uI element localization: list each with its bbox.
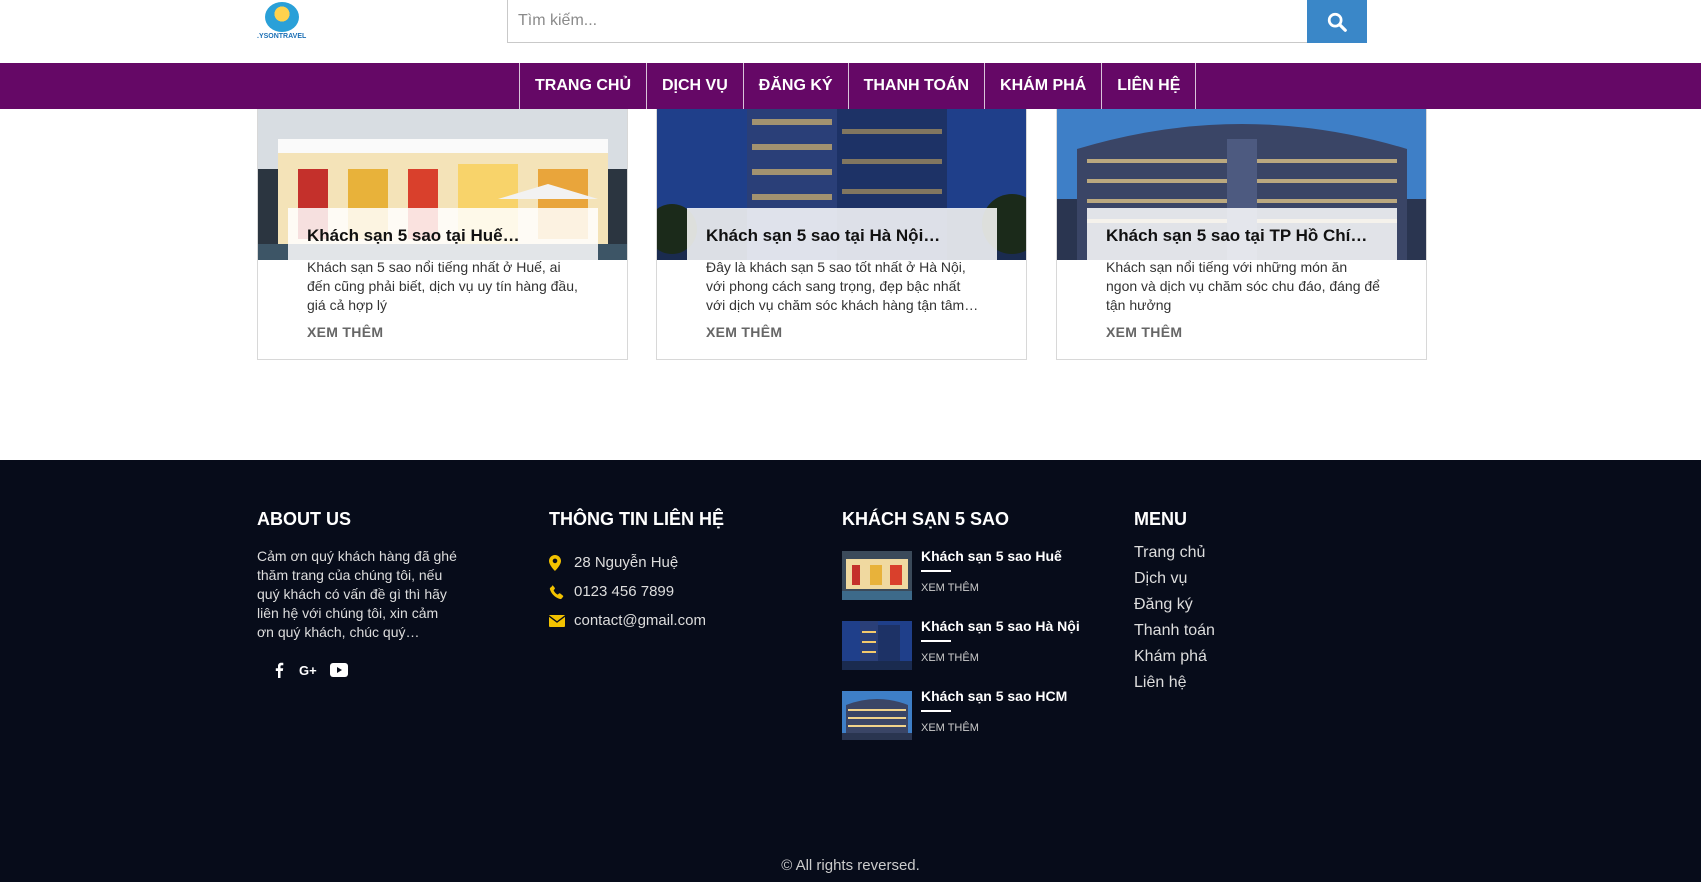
hotel-card-description: Khách sạn nổi tiếng với những món ăn ngo…: [1106, 259, 1380, 313]
hotel-card-description: Khách sạn 5 sao nổi tiếng nhất ở Huế, ai…: [307, 259, 578, 313]
youtube-icon[interactable]: [329, 660, 349, 680]
footer-hotel-divider: [921, 570, 951, 572]
hotel-card-hue[interactable]: Khách sạn 5 sao tại Huế… Khách sạn 5 sao…: [257, 109, 628, 360]
footer-menu-title: MENU: [1134, 509, 1187, 529]
site-logo[interactable]: .YSONTRAVEL: [257, 2, 307, 44]
footer-menu-item-lien-he[interactable]: Liên hệ: [1134, 674, 1215, 700]
footer-hotels: KHÁCH SẠN 5 SAO Khách sạn 5 sao Huế XEM …: [842, 509, 1080, 752]
contact-address-text: 28 Nguyễn Huệ: [574, 554, 679, 571]
footer-hotel-name[interactable]: Khách sạn 5 sao HCM: [921, 688, 1067, 704]
contact-phone-text[interactable]: 0123 456 7899: [574, 583, 674, 600]
contact-list: 28 Nguyễn Huệ 0123 456 7899 contact@gmai…: [549, 548, 724, 635]
hotel-cards: Khách sạn 5 sao tại Huế… Khách sạn 5 sao…: [257, 109, 1427, 360]
footer-hotel-thumbnail[interactable]: [842, 691, 912, 740]
search-button[interactable]: [1307, 0, 1367, 43]
hotel-card-title[interactable]: Khách sạn 5 sao tại Hà Nội…: [706, 226, 1006, 246]
phone-icon: [549, 584, 574, 600]
contact-phone: 0123 456 7899: [549, 577, 724, 606]
site-header: .YSONTRAVEL: [0, 0, 1701, 63]
hotel-card-description: Đây là khách sạn 5 sao tốt nhất ở Hà Nội…: [706, 259, 979, 313]
footer-menu-list: Trang chủ Dịch vụ Đăng ký Thanh toán Khá…: [1134, 544, 1215, 700]
footer-hotel-list: Khách sạn 5 sao Huế XEM THÊM Khách sạn 5…: [842, 542, 1080, 752]
contact-email-text[interactable]: contact@gmail.com: [574, 612, 706, 629]
nav-item-dich-vu[interactable]: DỊCH VỤ: [647, 63, 744, 109]
envelope-icon: [549, 614, 574, 627]
hotel-card-title[interactable]: Khách sạn 5 sao tại TP Hồ Chí…: [1106, 226, 1406, 246]
logo-text: .YSONTRAVEL: [257, 33, 307, 40]
footer-menu-item-trang-chu[interactable]: Trang chủ: [1134, 544, 1215, 570]
contact-address: 28 Nguyễn Huệ: [549, 548, 724, 577]
hotel-card-hcm[interactable]: Khách sạn 5 sao tại TP Hồ Chí… Khách sạn…: [1056, 109, 1427, 360]
footer-about-text: Cảm ơn quý khách hàng đã ghé thăm trang …: [257, 548, 457, 640]
footer-about: ABOUT US Cảm ơn quý khách hàng đã ghé th…: [257, 509, 457, 680]
copyright-text: © All rights reversed.: [781, 857, 920, 874]
site-footer: ABOUT US Cảm ơn quý khách hàng đã ghé th…: [0, 460, 1701, 882]
logo-emblem: [265, 2, 299, 32]
hotel-card-ha-noi[interactable]: Khách sạn 5 sao tại Hà Nội… Đây là khách…: [656, 109, 1027, 360]
footer-about-title: ABOUT US: [257, 509, 351, 529]
read-more-link[interactable]: XEM THÊM: [307, 324, 383, 340]
svg-text:G+: G+: [299, 663, 317, 677]
nav-item-thanh-toan[interactable]: THANH TOÁN: [849, 63, 986, 109]
main-nav: TRANG CHỦ DỊCH VỤ ĐĂNG KÝ THANH TOÁN KHÁ…: [0, 63, 1701, 109]
footer-hotel-thumbnail[interactable]: [842, 551, 912, 600]
footer-menu-item-dang-ky[interactable]: Đăng ký: [1134, 596, 1215, 622]
read-more-link[interactable]: XEM THÊM: [706, 324, 782, 340]
social-links: G+: [257, 660, 457, 680]
footer-hotel-read-more[interactable]: XEM THÊM: [921, 582, 979, 594]
footer-hotel-item: Khách sạn 5 sao Hà Nội XEM THÊM: [842, 612, 1080, 682]
facebook-icon[interactable]: [269, 660, 289, 680]
footer-hotel-item: Khách sạn 5 sao HCM XEM THÊM: [842, 682, 1067, 752]
nav-item-kham-pha[interactable]: KHÁM PHÁ: [985, 63, 1103, 109]
read-more-link[interactable]: XEM THÊM: [1106, 324, 1182, 340]
search-icon: [1327, 12, 1347, 32]
footer-menu-item-thanh-toan[interactable]: Thanh toán: [1134, 622, 1215, 648]
footer-hotel-thumbnail[interactable]: [842, 621, 912, 670]
footer-hotels-title: KHÁCH SẠN 5 SAO: [842, 509, 1010, 529]
footer-contact-title: THÔNG TIN LIÊN HỆ: [549, 509, 724, 529]
contact-email: contact@gmail.com: [549, 606, 724, 635]
footer-hotel-item: Khách sạn 5 sao Huế XEM THÊM: [842, 542, 1062, 612]
map-marker-icon: [549, 554, 574, 571]
footer-hotel-read-more[interactable]: XEM THÊM: [921, 722, 979, 734]
search-input[interactable]: [507, 0, 1308, 43]
footer-menu-item-dich-vu[interactable]: Dịch vụ: [1134, 570, 1215, 596]
search-bar: [507, 0, 1368, 43]
footer-hotel-name[interactable]: Khách sạn 5 sao Huế: [921, 548, 1062, 564]
nav-item-lien-he[interactable]: LIÊN HỆ: [1102, 63, 1197, 109]
nav-item-dang-ky[interactable]: ĐĂNG KÝ: [744, 63, 849, 109]
nav-item-trang-chu[interactable]: TRANG CHỦ: [520, 63, 647, 109]
nav-list: TRANG CHỦ DỊCH VỤ ĐĂNG KÝ THANH TOÁN KHÁ…: [519, 63, 1197, 109]
footer-menu-item-kham-pha[interactable]: Khám phá: [1134, 648, 1215, 674]
footer-menu: MENU Trang chủ Dịch vụ Đăng ký Thanh toá…: [1134, 509, 1215, 700]
footer-contact: THÔNG TIN LIÊN HỆ 28 Nguyễn Huệ 0123 456…: [549, 509, 724, 635]
google-plus-icon[interactable]: G+: [299, 660, 319, 680]
footer-hotel-divider: [921, 710, 951, 712]
footer-hotel-name[interactable]: Khách sạn 5 sao Hà Nội: [921, 618, 1080, 634]
footer-hotel-read-more[interactable]: XEM THÊM: [921, 652, 979, 664]
hotel-card-title[interactable]: Khách sạn 5 sao tại Huế…: [307, 226, 607, 246]
footer-hotel-divider: [921, 640, 951, 642]
